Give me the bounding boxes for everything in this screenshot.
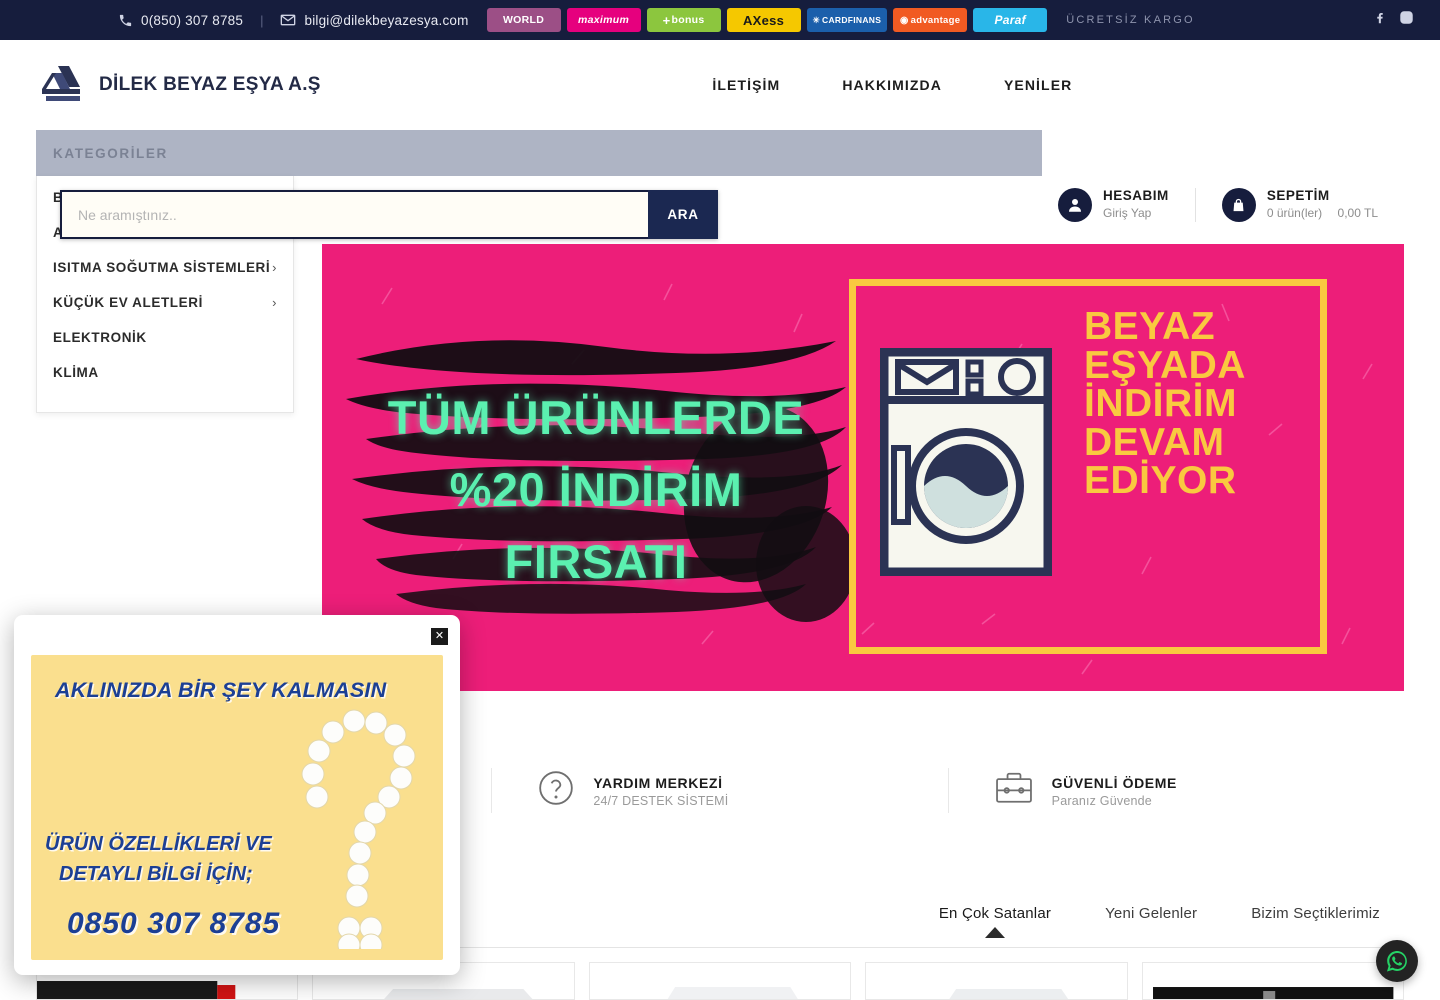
category-item-isitma-sogutma-sistemleri[interactable]: ISITMA SOĞUTMA SİSTEMLERİ › [37,250,293,285]
topbar-phone-text: 0(850) 307 8785 [141,12,244,28]
category-item-kucuk-ev-aletleri[interactable]: KÜÇÜK EV ALETLERİ › [37,285,293,320]
product-card[interactable] [865,962,1128,1000]
search-input[interactable] [60,190,648,239]
hero-right-text: BEYAZ EŞYADA İNDİRİM DEVAM EDİYOR [1084,305,1324,503]
main-navigation: İLETİŞİM HAKKIMIZDA YENİLER [652,77,1072,93]
card-logo-paraf: Paraf [973,8,1048,32]
bag-icon [1221,188,1256,222]
card-logo-advantage: ◉ advantage [893,8,968,32]
question-mark-pills-graphic [301,709,416,949]
envelope-icon [280,12,296,28]
social-links [1373,10,1420,30]
categories-bar-label: KATEGORİLER [53,145,168,161]
promo-modal-image: AKLINIZDA BİR ŞEY KALMASIN ÜRÜN ÖZELLİKL… [31,655,443,960]
topbar-phone-link[interactable]: 0(850) 307 8785 [118,13,243,28]
trust-title: YARDIM MERKEZİ [593,774,723,791]
card-logo-bonus: + bonus [646,8,721,32]
facebook-icon[interactable] [1373,11,1387,30]
promo-line-2: DETAYLI BİLGİ İÇİN; [59,863,253,885]
brand-name: DİLEK BEYAZ EŞYA A.Ş [99,74,321,95]
question-circle-icon [536,768,576,813]
product-card[interactable] [588,962,852,1000]
close-icon[interactable]: ✕ [431,628,448,645]
topbar-email-text: bilgi@dilekbeyazesya.com [304,12,469,28]
account-link[interactable]: HESABIM Giriş Yap [1032,188,1195,222]
account-title: HESABIM [1103,188,1169,204]
promo-phone: 0850 307 8785 [67,907,281,940]
category-label: KÜÇÜK EV ALETLERİ [53,295,203,310]
briefcase-icon [993,768,1035,813]
category-label: KLİMA [53,365,99,380]
washing-machine-icon [879,347,1053,581]
hero-left-panel: TÜM ÜRÜNLERDE %20 İNDİRİM FIRSATI [336,264,856,644]
hero-right-line-4: DEVAM [1084,420,1225,464]
topbar-contact: 0(850) 307 8785 | bilgi@dilekbeyazesya.c… [118,12,469,28]
nav-item-yeniler[interactable]: YENİLER [1004,77,1072,93]
payment-cards: WORLD maximum + bonus AXess ✳ CARDFINANS ◉… [486,8,1195,32]
trust-subtitle: 24/7 DESTEK SİSTEMİ [593,793,729,808]
hero-right-panel: BEYAZ EŞYADA İNDİRİM DEVAM EDİYOR [849,279,1327,654]
category-item-elektronik[interactable]: ELEKTRONİK [37,320,293,355]
card-logo-cardfinans: ✳ CARDFINANS [806,8,888,32]
search-submit-button[interactable]: ARA [648,190,718,239]
account-subtitle: Giriş Yap [1103,206,1152,221]
free-shipping-text: ÜCRETSİZ KARGO [1066,14,1195,26]
topbar-separator: | [260,12,264,28]
trust-texts: GÜVENLİ ÖDEME Paranız Güvende [1052,773,1177,808]
nav-item-hakkimizda[interactable]: HAKKIMIZDA [842,77,942,93]
account-texts: HESABIM Giriş Yap [1103,188,1169,221]
top-bar: 0(850) 307 8785 | bilgi@dilekbeyazesya.c… [0,0,1440,40]
chevron-right-icon: › [272,295,277,310]
cart-link[interactable]: SEPETİM 0 ürün(ler) 0,00 TL [1194,188,1404,222]
hero-right-line-3: İNDİRİM [1084,382,1237,426]
instagram-icon[interactable] [1399,10,1414,30]
hero-right-line-5: EDİYOR [1084,459,1237,503]
product-image [1152,987,1394,999]
product-image [667,987,798,999]
nav-item-iletisim[interactable]: İLETİŞİM [712,77,780,93]
product-image [37,981,236,999]
category-label: ISITMA SOĞUTMA SİSTEMLERİ [53,260,271,275]
hero-left-line-2: %20 İNDİRİM [449,463,743,516]
promo-modal: ✕ AKLINIZDA BİR ŞEY KALMASIN ÜRÜN ÖZELLİ… [14,615,460,975]
category-item-klima[interactable]: KLİMA [37,355,293,390]
categories-bar[interactable]: KATEGORİLER [36,130,1042,176]
site-header: DİLEK BEYAZ EŞYA A.Ş İLETİŞİM HAKKIMIZDA… [0,40,1440,130]
logo-link[interactable]: DİLEK BEYAZ EŞYA A.Ş [36,63,321,107]
cart-count: 0 ürün(ler) [1266,206,1323,221]
tab-en-cok-satanlar[interactable]: En Çok Satanlar [939,905,1051,938]
hero-right-line-2: EŞYADA [1084,343,1246,387]
card-logo-world: WORLD [486,8,561,32]
hero-right-line-1: BEYAZ [1084,305,1216,348]
search-form: ARA [60,190,718,239]
trust-texts: YARDIM MERKEZİ 24/7 DESTEK SİSTEMİ [593,773,728,808]
hero-banner[interactable]: TÜM ÜRÜNLERDE %20 İNDİRİM FIRSATI BEYAZ … [322,244,1404,691]
hero-left-line-1: TÜM ÜRÜNLERDE [387,391,805,444]
phone-icon [118,13,133,28]
brand-logo-icon [36,63,86,107]
topbar-email-link[interactable]: bilgi@dilekbeyazesya.com [280,12,468,28]
promo-line-1: ÜRÜN ÖZELLİKLERİ VE [45,833,272,855]
hero-left-line-3: FIRSATI [504,535,688,588]
category-label: ELEKTRONİK [53,330,147,345]
whatsapp-icon[interactable] [1376,940,1418,982]
chevron-right-icon: › [272,260,277,275]
product-image [949,989,1069,999]
trust-badge-guvenli-odeme: GÜVENLİ ÖDEME Paranız Güvende [947,767,1404,813]
product-image [384,989,533,999]
card-logo-maximum: maximum [566,8,641,32]
cart-title: SEPETİM [1266,188,1330,204]
tab-yeni-gelenler[interactable]: Yeni Gelenler [1105,905,1197,938]
trust-title: GÜVENLİ ÖDEME [1051,774,1177,791]
account-cart-area: HESABIM Giriş Yap SEPETİM 0 ürün(ler) 0,… [1032,188,1404,222]
cart-summary: 0 ürün(ler) 0,00 TL [1267,205,1378,221]
trust-badge-yardim-merkezi: YARDIM MERKEZİ 24/7 DESTEK SİSTEMİ [491,767,947,813]
trust-subtitle: Paranız Güvende [1051,793,1152,808]
product-card[interactable] [1141,962,1405,1000]
cart-price: 0,00 TL [1337,206,1378,221]
tab-bizim-sectiklerimiz[interactable]: Bizim Seçtiklerimiz [1251,905,1380,938]
cart-texts: SEPETİM 0 ürün(ler) 0,00 TL [1267,188,1378,221]
user-icon [1058,188,1093,222]
card-logo-axess: AXess [726,8,801,32]
